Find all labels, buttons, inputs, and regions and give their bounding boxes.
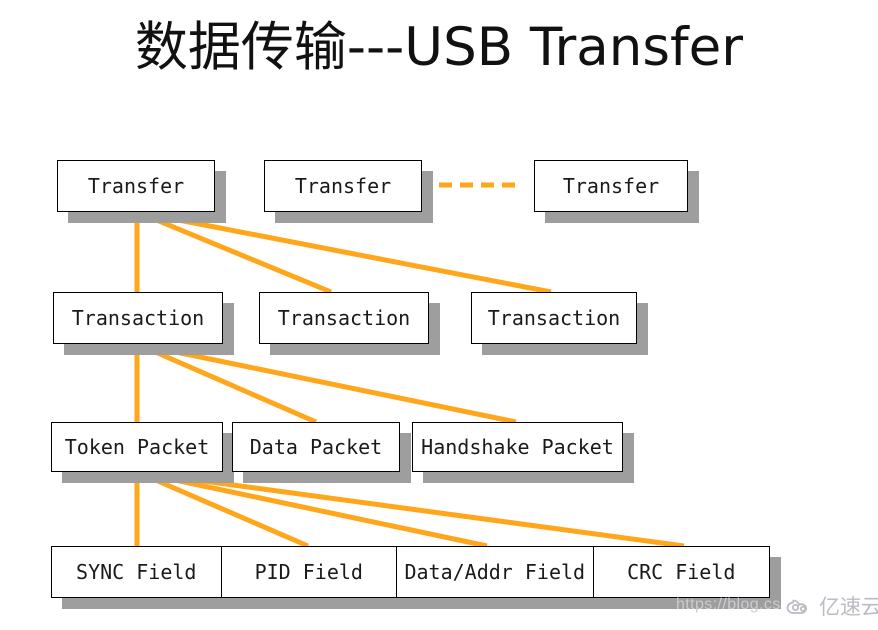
node-label: Transfer (294, 174, 392, 198)
field-cell-label: Data/Addr Field (404, 560, 586, 584)
packet-level-node-2[interactable]: Data Packet (232, 422, 400, 472)
transfer-level-node-3[interactable]: Transfer (534, 160, 688, 212)
field-cell-label: SYNC Field (76, 560, 197, 584)
transfer-level-node-1[interactable]: Transfer (57, 160, 215, 212)
connector-transfer-1-to-transaction-2 (136, 209, 332, 295)
node-label: Transaction (71, 306, 205, 330)
field-cell-2[interactable]: PID Field (222, 547, 398, 597)
connector-transaction-1-to-packet-2 (136, 341, 317, 425)
watermark-url: https://blog.cs (676, 596, 781, 613)
connector-packet-1-to-field-4 (136, 469, 685, 549)
diagram-canvas: 数据传输---USB Transfer Transfer Transfer Tran… (0, 0, 878, 630)
connector-transfer-1-to-transaction-3 (136, 209, 552, 295)
field-cell-label: PID Field (254, 560, 363, 584)
watermark-logo: 亿速云 (786, 591, 878, 621)
packet-level-node-3[interactable]: Handshake Packet (412, 422, 623, 472)
transaction-level-node-2[interactable]: Transaction (259, 292, 429, 344)
connector-packet-1-to-field-3 (136, 469, 488, 549)
watermark-brand: 亿速云 (819, 595, 878, 619)
field-bar: SYNC Field PID Field Data/Addr Field CRC Fi… (51, 546, 770, 598)
node-label: Transfer (562, 174, 660, 198)
field-cell-label: CRC Field (627, 560, 736, 584)
field-cell-3[interactable]: Data/Addr Field (397, 547, 594, 597)
packet-level-node-1[interactable]: Token Packet (51, 422, 223, 472)
connector-packet-1-to-field-2 (136, 469, 309, 549)
node-label: Transaction (277, 306, 411, 330)
cloud-icon (786, 599, 808, 614)
node-label: Transaction (487, 306, 621, 330)
transaction-level-node-3[interactable]: Transaction (471, 292, 637, 344)
transfer-level-node-2[interactable]: Transfer (264, 160, 422, 212)
field-cell-1[interactable]: SYNC Field (52, 547, 222, 597)
page-title: 数据传输---USB Transfer (134, 17, 744, 78)
node-label: Data Packet (249, 435, 383, 459)
node-label: Token Packet (64, 435, 210, 459)
transaction-level-node-1[interactable]: Transaction (53, 292, 223, 344)
connector-transaction-1-to-packet-3 (136, 341, 517, 425)
node-label: Handshake Packet (421, 435, 614, 459)
node-label: Transfer (87, 174, 185, 198)
field-cell-4[interactable]: CRC Field (594, 547, 770, 597)
